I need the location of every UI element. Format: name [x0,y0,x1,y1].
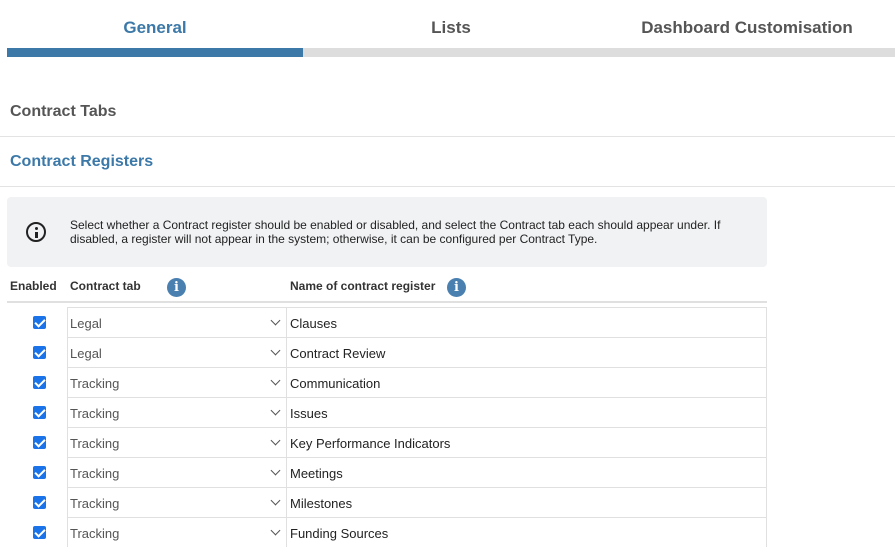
tab-dashboard-customisation-label: Dashboard Customisation [641,18,853,37]
tab-dashboard-customisation-indicator [599,48,895,57]
table-row: Tracking Communication [0,367,895,397]
register-name-cell: Milestones [287,487,767,517]
contract-tabs-title: Contract Tabs [10,103,117,120]
tab-general[interactable]: General [7,0,303,57]
header-enabled: Enabled [10,279,57,293]
register-name-cell: Funding Sources [287,517,767,547]
contract-tab-value: Legal [70,346,102,361]
enabled-checkbox[interactable] [33,406,46,419]
register-name: Key Performance Indicators [290,436,451,451]
register-name-cell: Issues [287,397,767,427]
tab-lists[interactable]: Lists [303,0,599,57]
tab-general-indicator [7,48,303,57]
enabled-checkbox[interactable] [33,436,46,449]
chevron-down-icon [270,435,281,446]
table-row: Tracking Funding Sources [0,517,895,547]
enabled-checkbox[interactable] [33,346,46,359]
register-name-info-icon[interactable]: i [447,278,466,297]
table-row: Tracking Key Performance Indicators [0,427,895,457]
chevron-down-icon [270,375,281,386]
tab-general-label: General [123,18,187,37]
contract-registers-title: Contract Registers [10,153,154,170]
chevron-down-icon [270,405,281,416]
settings-tabs: General Lists Dashboard Customisation [7,0,895,57]
contract-tab-select[interactable]: Tracking [67,517,287,547]
register-table-body: Legal Clauses Legal Contract Review Tracking… [0,307,895,547]
register-name: Issues [290,406,328,421]
contract-tab-value: Tracking [70,376,120,391]
tab-lists-indicator [303,48,599,57]
contract-tab-select[interactable]: Tracking [67,427,287,457]
info-circle-icon [26,222,46,242]
contract-tab-value: Tracking [70,406,120,421]
contract-tab-select[interactable]: Tracking [67,397,287,427]
register-name: Milestones [290,496,353,511]
register-name-cell: Meetings [287,457,767,487]
header-register-name: Name of contract register [290,279,436,293]
enabled-checkbox[interactable] [33,526,46,539]
table-row: Legal Contract Review [0,337,895,367]
chevron-down-icon [270,345,281,356]
contract-tab-select[interactable]: Tracking [67,457,287,487]
enabled-checkbox[interactable] [33,376,46,389]
register-name-cell: Key Performance Indicators [287,427,767,457]
contract-tab-select[interactable]: Tracking [67,487,287,517]
table-row: Legal Clauses [0,307,895,337]
contract-tab-value: Tracking [70,436,120,451]
register-name-cell: Communication [287,367,767,397]
register-name-cell: Clauses [287,307,767,337]
table-row: Tracking Meetings [0,457,895,487]
enabled-checkbox[interactable] [33,466,46,479]
header-contract-tab: Contract tab [70,279,141,293]
tab-lists-label: Lists [431,18,471,37]
chevron-down-icon [270,465,281,476]
register-name-cell: Contract Review [287,337,767,367]
chevron-down-icon [270,525,281,536]
enabled-checkbox[interactable] [33,496,46,509]
enabled-checkbox[interactable] [33,316,46,329]
register-name: Contract Review [290,346,386,361]
register-name: Funding Sources [290,526,389,541]
contract-registers-section[interactable]: Contract Registers [0,137,895,187]
contract-tab-select[interactable]: Tracking [67,367,287,397]
header-divider [7,301,767,303]
contract-tabs-section[interactable]: Contract Tabs [0,88,895,137]
info-box: Select whether a Contract register shoul… [7,197,767,267]
register-name: Communication [290,376,381,391]
tab-dashboard-customisation[interactable]: Dashboard Customisation [599,0,895,57]
register-name: Meetings [290,466,343,481]
contract-tab-select[interactable]: Legal [67,307,287,337]
contract-tab-value: Tracking [70,466,120,481]
contract-tab-value: Legal [70,316,102,331]
contract-tab-select[interactable]: Legal [67,337,287,367]
chevron-down-icon [270,315,281,326]
contract-tab-value: Tracking [70,526,120,541]
register-name: Clauses [290,316,337,331]
chevron-down-icon [270,495,281,506]
info-text: Select whether a Contract register shoul… [70,218,721,246]
contract-tab-value: Tracking [70,496,120,511]
table-row: Tracking Milestones [0,487,895,517]
table-row: Tracking Issues [0,397,895,427]
contract-tab-info-icon[interactable]: i [167,278,186,297]
